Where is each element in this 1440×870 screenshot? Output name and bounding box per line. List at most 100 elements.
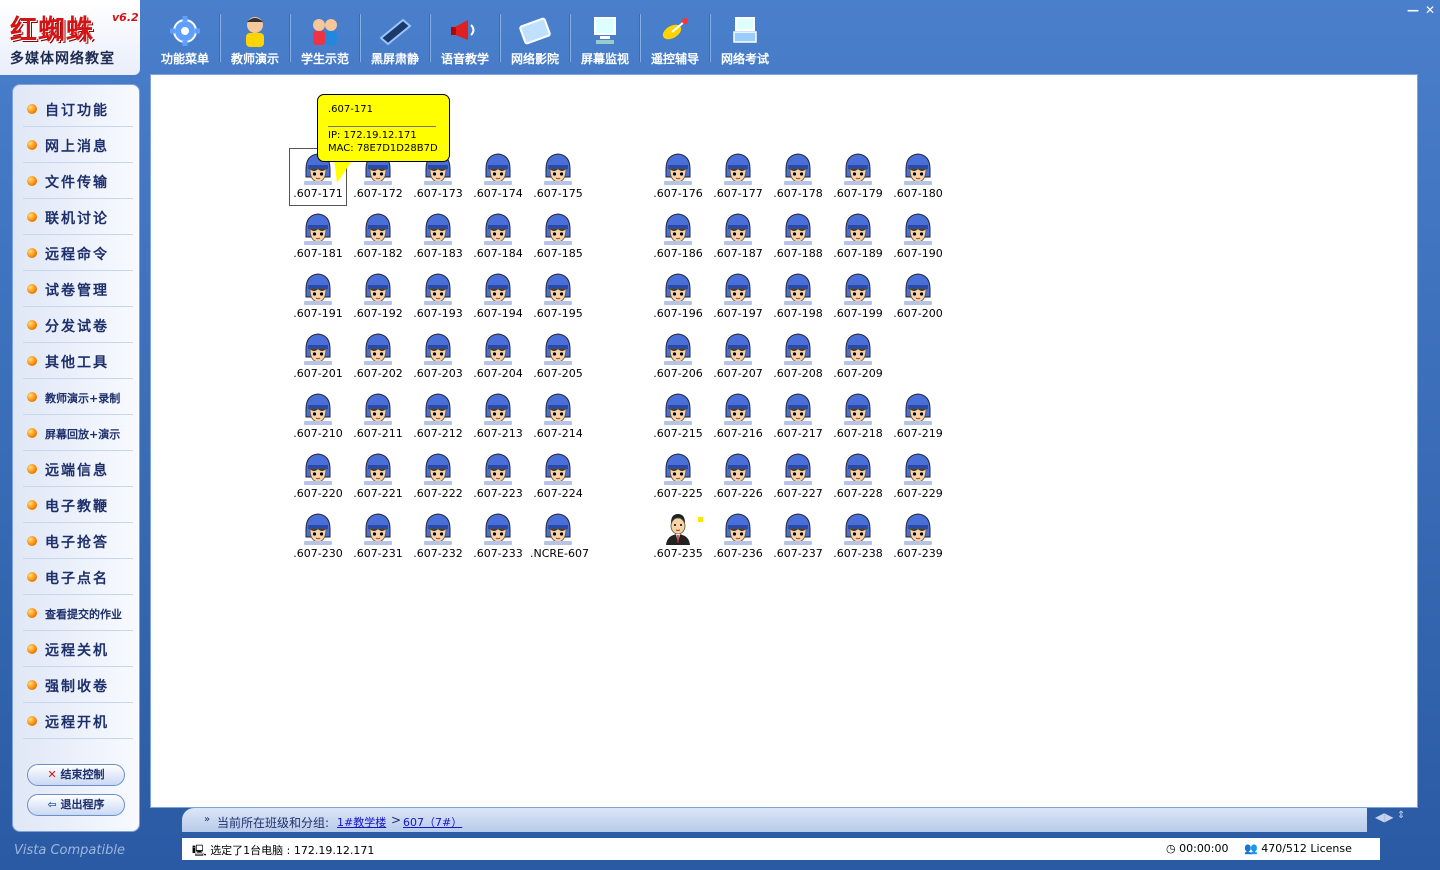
computer-3-3[interactable]: .607-204	[470, 329, 526, 385]
minimize-button[interactable]: —	[1406, 3, 1420, 17]
computer-5-6[interactable]: .607-225	[650, 449, 706, 505]
computer-6-3[interactable]: .607-233	[470, 509, 526, 565]
computer-5-9[interactable]: .607-228	[830, 449, 886, 505]
computer-2-2[interactable]: .607-193	[410, 269, 466, 325]
computer-3-6[interactable]: .607-206	[650, 329, 706, 385]
computer-6-1[interactable]: .607-231	[350, 509, 406, 565]
computer-0-4[interactable]: .607-175	[530, 149, 586, 205]
end-control-button[interactable]: ✕ 结束控制	[27, 764, 125, 786]
breadcrumb-building-link[interactable]: 1#教学楼	[337, 814, 386, 830]
computer-1-10[interactable]: .607-190	[890, 209, 946, 265]
toolbar-button-6[interactable]: 网络影院	[500, 10, 570, 66]
sidebar-item-18[interactable]: 远程开机	[23, 704, 133, 739]
toolbar-button-1[interactable]: 功能菜单	[150, 10, 220, 66]
sidebar-item-1[interactable]: 自订功能	[23, 92, 133, 127]
computer-5-1[interactable]: .607-221	[350, 449, 406, 505]
sidebar-item-15[interactable]: 查看提交的作业	[23, 596, 133, 631]
computer-2-6[interactable]: .607-196	[650, 269, 706, 325]
computer-1-8[interactable]: .607-188	[770, 209, 826, 265]
computer-4-9[interactable]: .607-218	[830, 389, 886, 445]
computer-2-10[interactable]: .607-200	[890, 269, 946, 325]
computer-2-9[interactable]: .607-199	[830, 269, 886, 325]
exit-button[interactable]: ⇦ 退出程序	[27, 794, 125, 816]
computer-1-6[interactable]: .607-186	[650, 209, 706, 265]
computer-6-8[interactable]: .607-237	[770, 509, 826, 565]
sidebar-item-7[interactable]: 分发试卷	[23, 308, 133, 343]
sidebar-item-9[interactable]: 教师演示+录制	[23, 380, 133, 415]
computer-2-0[interactable]: .607-191	[290, 269, 346, 325]
sidebar-item-2[interactable]: 网上消息	[23, 128, 133, 163]
computer-3-7[interactable]: .607-207	[710, 329, 766, 385]
sidebar-item-16[interactable]: 远程关机	[23, 632, 133, 667]
computer-6-2[interactable]: .607-232	[410, 509, 466, 565]
computer-2-1[interactable]: .607-192	[350, 269, 406, 325]
toolbar-button-3[interactable]: 学生示范	[290, 10, 360, 66]
computer-4-1[interactable]: .607-211	[350, 389, 406, 445]
computer-0-3[interactable]: .607-174	[470, 149, 526, 205]
computer-5-8[interactable]: .607-227	[770, 449, 826, 505]
sidebar-item-8[interactable]: 其他工具	[23, 344, 133, 379]
computer-4-6[interactable]: .607-215	[650, 389, 706, 445]
computer-2-8[interactable]: .607-198	[770, 269, 826, 325]
toolbar-button-5[interactable]: 语音教学	[430, 10, 500, 66]
sidebar-item-6[interactable]: 试卷管理	[23, 272, 133, 307]
computer-6-9[interactable]: .607-238	[830, 509, 886, 565]
computer-0-7[interactable]: .607-177	[710, 149, 766, 205]
computer-0-8[interactable]: .607-178	[770, 149, 826, 205]
computer-3-2[interactable]: .607-203	[410, 329, 466, 385]
computer-0-10[interactable]: .607-180	[890, 149, 946, 205]
close-button[interactable]: ✕	[1423, 3, 1437, 17]
sidebar-item-11[interactable]: 远端信息	[23, 452, 133, 487]
computer-5-0[interactable]: .607-220	[290, 449, 346, 505]
computer-5-7[interactable]: .607-226	[710, 449, 766, 505]
toolbar-button-8[interactable]: 遥控辅导	[640, 10, 710, 66]
computer-2-3[interactable]: .607-194	[470, 269, 526, 325]
computer-3-1[interactable]: .607-202	[350, 329, 406, 385]
computer-1-4[interactable]: .607-185	[530, 209, 586, 265]
computer-0-6[interactable]: .607-176	[650, 149, 706, 205]
toolbar-button-9[interactable]: 网络考试	[710, 10, 780, 66]
computer-3-4[interactable]: .607-205	[530, 329, 586, 385]
computer-4-3[interactable]: .607-213	[470, 389, 526, 445]
computer-4-8[interactable]: .607-217	[770, 389, 826, 445]
computer-5-4[interactable]: .607-224	[530, 449, 586, 505]
computer-1-3[interactable]: .607-184	[470, 209, 526, 265]
computer-4-2[interactable]: .607-212	[410, 389, 466, 445]
computer-1-2[interactable]: .607-183	[410, 209, 466, 265]
computer-2-7[interactable]: .607-197	[710, 269, 766, 325]
computer-5-2[interactable]: .607-222	[410, 449, 466, 505]
computer-1-0[interactable]: .607-181	[290, 209, 346, 265]
sidebar-item-13[interactable]: 电子抢答	[23, 524, 133, 559]
computer-5-10[interactable]: .607-229	[890, 449, 946, 505]
sidebar-item-12[interactable]: 电子教鞭	[23, 488, 133, 523]
computer-3-8[interactable]: .607-208	[770, 329, 826, 385]
computer-1-9[interactable]: .607-189	[830, 209, 886, 265]
updown-arrows-icon[interactable]: ⇕	[1397, 810, 1405, 821]
toolbar-button-7[interactable]: 屏幕监视	[570, 10, 640, 66]
computer-0-9[interactable]: .607-179	[830, 149, 886, 205]
scroll-arrows-icon[interactable]: ◀▶	[1375, 810, 1393, 824]
computer-4-4[interactable]: .607-214	[530, 389, 586, 445]
computer-4-0[interactable]: .607-210	[290, 389, 346, 445]
sidebar-item-4[interactable]: 联机讨论	[23, 200, 133, 235]
computer-6-7[interactable]: .607-236	[710, 509, 766, 565]
computer-4-7[interactable]: .607-216	[710, 389, 766, 445]
breadcrumb-room-link[interactable]: 607（7#）	[403, 814, 462, 830]
computer-6-4[interactable]: .NCRE-607	[530, 509, 589, 565]
computer-4-10[interactable]: .607-219	[890, 389, 946, 445]
computer-3-0[interactable]: .607-201	[290, 329, 346, 385]
computer-2-4[interactable]: .607-195	[530, 269, 586, 325]
toolbar-button-2[interactable]: 教师演示	[220, 10, 290, 66]
computer-6-0[interactable]: .607-230	[290, 509, 346, 565]
toolbar-button-4[interactable]: 黑屏肃静	[360, 10, 430, 66]
computer-3-9[interactable]: .607-209	[830, 329, 886, 385]
computer-6-6[interactable]: .607-235	[650, 509, 706, 565]
sidebar-item-17[interactable]: 强制收卷	[23, 668, 133, 703]
sidebar-item-5[interactable]: 远程命令	[23, 236, 133, 271]
sidebar-item-10[interactable]: 屏幕回放+演示	[23, 416, 133, 451]
sidebar-item-3[interactable]: 文件传输	[23, 164, 133, 199]
computer-1-7[interactable]: .607-187	[710, 209, 766, 265]
computer-1-1[interactable]: .607-182	[350, 209, 406, 265]
computer-6-10[interactable]: .607-239	[890, 509, 946, 565]
sidebar-item-14[interactable]: 电子点名	[23, 560, 133, 595]
